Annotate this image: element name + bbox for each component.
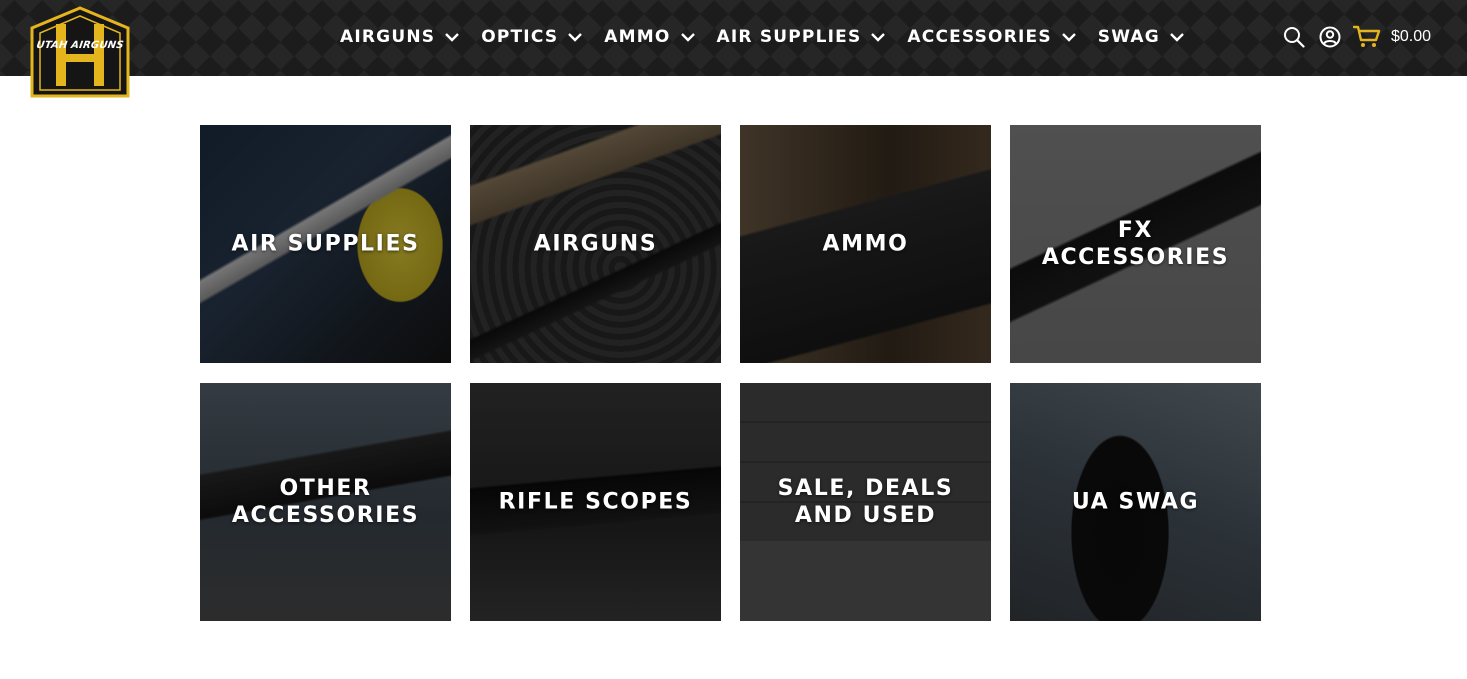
- nav-item-airguns[interactable]: AIRGUNS: [340, 27, 460, 47]
- user-circle-icon[interactable]: [1319, 26, 1341, 48]
- search-icon[interactable]: [1283, 26, 1305, 48]
- tile-label: AIR SUPPLIES: [231, 231, 420, 257]
- category-tile-sale-deals-used[interactable]: SALE, DEALS AND USED: [740, 383, 991, 621]
- category-grid: AIR SUPPLIES AIRGUNS AMMO FX ACCESSORIES…: [200, 125, 1261, 621]
- nav-item-accessories[interactable]: ACCESSORIES: [907, 27, 1076, 47]
- category-tile-ammo[interactable]: AMMO: [740, 125, 991, 363]
- chevron-down-icon: [568, 33, 583, 42]
- category-tile-other-accessories[interactable]: OTHER ACCESSORIES: [200, 383, 451, 621]
- tile-label: UA SWAG: [1071, 489, 1200, 515]
- site-header: AIRGUNS OPTICS AMMO AIR SUPPLIES ACCESSO…: [0, 0, 1467, 76]
- chevron-down-icon: [1061, 33, 1076, 42]
- chevron-down-icon: [1170, 33, 1184, 42]
- nav-item-optics[interactable]: OPTICS: [481, 27, 583, 47]
- header-tools: $0.00: [1269, 22, 1431, 52]
- category-tile-rifle-scopes[interactable]: RIFLE SCOPES: [470, 383, 721, 621]
- chevron-down-icon: [445, 33, 460, 42]
- nav-item-swag[interactable]: SWAG: [1098, 27, 1184, 47]
- chevron-down-icon: [871, 33, 886, 42]
- shopping-cart-icon[interactable]: [1352, 25, 1381, 49]
- logo-text: UTAH AIRGUNS: [35, 40, 125, 51]
- site-logo[interactable]: UTAH AIRGUNS: [28, 6, 132, 98]
- nav-item-label: AIRGUNS: [340, 27, 436, 47]
- nav-item-label: AMMO: [604, 27, 671, 47]
- tile-label: OTHER ACCESSORIES: [231, 476, 420, 528]
- tile-label: RIFLE SCOPES: [498, 489, 693, 515]
- nav-item-air-supplies[interactable]: AIR SUPPLIES: [717, 27, 886, 47]
- category-tile-air-supplies[interactable]: AIR SUPPLIES: [200, 125, 451, 363]
- category-tile-airguns[interactable]: AIRGUNS: [470, 125, 721, 363]
- logo-emblem: [30, 6, 130, 98]
- tile-label: FX ACCESSORIES: [1041, 218, 1230, 270]
- nav-item-label: AIR SUPPLIES: [716, 27, 862, 47]
- cart-total[interactable]: $0.00: [1391, 28, 1431, 46]
- nav-item-label: OPTICS: [481, 27, 559, 47]
- category-tile-ua-swag[interactable]: UA SWAG: [1010, 383, 1261, 621]
- nav-item-label: SWAG: [1097, 27, 1160, 47]
- chevron-down-icon: [680, 33, 695, 42]
- tile-label: SALE, DEALS AND USED: [777, 476, 954, 528]
- tile-label: AIRGUNS: [533, 231, 658, 257]
- nav-item-label: ACCESSORIES: [907, 27, 1052, 47]
- nav-item-ammo[interactable]: AMMO: [604, 27, 695, 47]
- main-nav: AIRGUNS OPTICS AMMO AIR SUPPLIES ACCESSO…: [340, 22, 1206, 52]
- tile-label: AMMO: [822, 231, 909, 257]
- category-tile-fx-accessories[interactable]: FX ACCESSORIES: [1010, 125, 1261, 363]
